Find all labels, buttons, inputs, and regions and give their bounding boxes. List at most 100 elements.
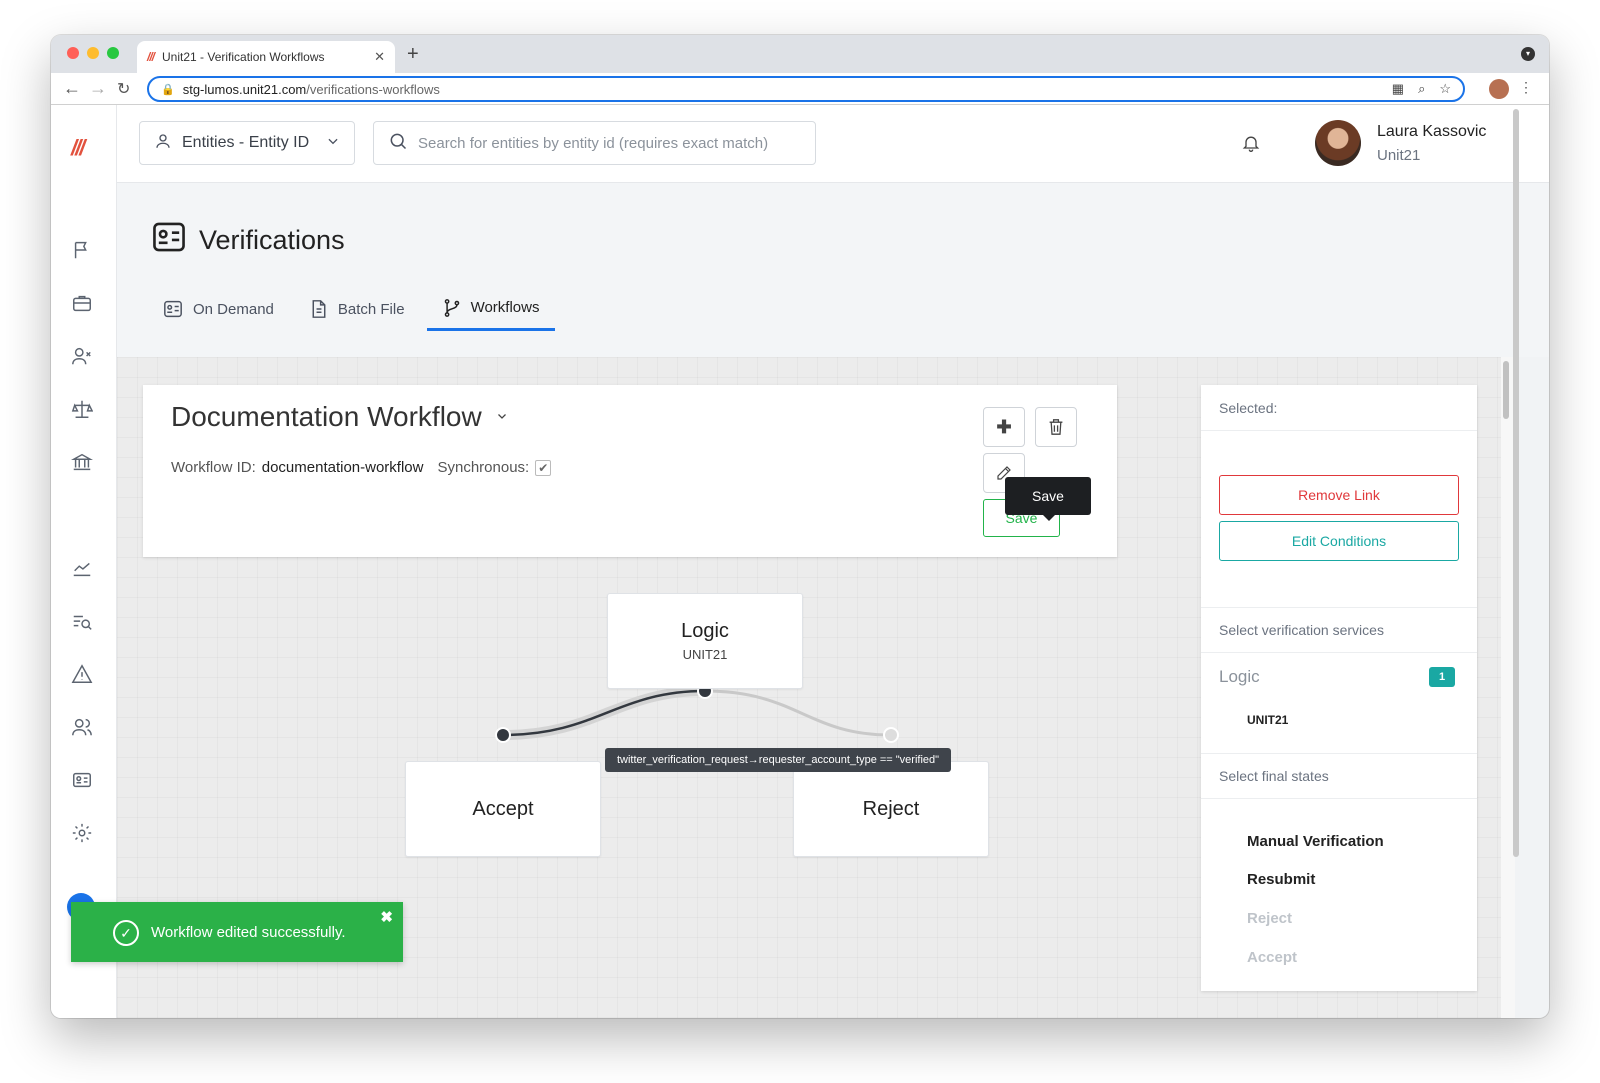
- link-logic-accept-shadow: [502, 686, 706, 740]
- synchronous-checkbox[interactable]: ✔: [535, 459, 552, 476]
- final-state-resubmit[interactable]: Resubmit: [1247, 871, 1315, 888]
- line-chart-icon: [73, 562, 91, 577]
- node-accept[interactable]: Accept: [405, 761, 601, 857]
- reload-icon[interactable]: ↻: [117, 79, 130, 99]
- port-accept-in: [495, 727, 511, 743]
- page-title: Verifications: [199, 225, 345, 255]
- check-circle-icon: ✓: [113, 920, 139, 946]
- node-title: Accept: [472, 797, 534, 820]
- close-window-button[interactable]: [67, 47, 79, 59]
- url-path: /verifications-workflows: [306, 81, 440, 97]
- flag-icon: [74, 241, 87, 259]
- browser-window: /// Unit21 - Verification Workflows ✕ + …: [51, 35, 1549, 1018]
- add-node-button[interactable]: ✚: [983, 407, 1025, 447]
- node-reject[interactable]: Reject: [793, 761, 989, 857]
- page-tabs: On Demand Batch File Workflows: [149, 287, 556, 331]
- sidebar-item-warnings[interactable]: [71, 663, 95, 687]
- final-state-accept: Accept: [1247, 949, 1298, 966]
- new-tab-icon[interactable]: +: [407, 43, 419, 66]
- node-title: Logic: [681, 620, 729, 642]
- link-logic-accept: [502, 689, 706, 737]
- user-avatar[interactable]: [1315, 120, 1361, 166]
- service-group-logic[interactable]: Logic: [1219, 667, 1260, 687]
- sidebar: ///: [51, 105, 117, 1018]
- workflow-id-value: documentation-workflow: [261, 459, 424, 476]
- remove-link-button[interactable]: Remove Link: [1219, 475, 1459, 515]
- zoom-icon[interactable]: ⌕: [1418, 81, 1425, 97]
- browser-tab-title: Unit21 - Verification Workflows: [162, 50, 325, 64]
- user-icon: [154, 132, 172, 155]
- browser-tab[interactable]: /// Unit21 - Verification Workflows ✕: [137, 41, 395, 73]
- scale-icon: [71, 400, 94, 418]
- plus-icon: ✚: [996, 416, 1012, 437]
- delete-button[interactable]: [1035, 407, 1077, 447]
- page-scroll-thumb[interactable]: [1513, 109, 1519, 857]
- sidebar-item-verifications[interactable]: [71, 769, 95, 793]
- edit-conditions-button[interactable]: Edit Conditions: [1219, 521, 1459, 561]
- id-card-icon: [73, 772, 91, 788]
- qr-code-icon[interactable]: ▦: [1392, 81, 1404, 97]
- entity-selector-label: Entities - Entity ID: [182, 134, 310, 151]
- minimize-window-button[interactable]: [87, 47, 99, 59]
- final-state-reject: Reject: [1247, 910, 1293, 927]
- canvas-scroll-thumb[interactable]: [1503, 361, 1509, 419]
- chevron-down-icon: [496, 410, 508, 425]
- address-bar[interactable]: 🔒 stg-lumos.unit21.com/verifications-wor…: [147, 76, 1465, 102]
- sidebar-item-search[interactable]: [71, 611, 95, 635]
- final-states-heading: Select final states: [1201, 753, 1477, 799]
- gear-icon: [72, 823, 92, 843]
- node-logic[interactable]: Logic UNIT21: [607, 593, 803, 689]
- trash-icon: [1049, 419, 1063, 435]
- workflow-title-dropdown[interactable]: Documentation Workflow: [171, 401, 508, 433]
- user-name[interactable]: Laura Kassovic: [1377, 123, 1486, 141]
- favicon-icon: ///: [147, 50, 155, 64]
- back-icon[interactable]: ←: [63, 78, 81, 99]
- service-item-unit21[interactable]: UNIT21: [1247, 713, 1288, 727]
- tab-label: On Demand: [193, 300, 274, 318]
- close-toast-icon[interactable]: ✖: [380, 908, 393, 926]
- sidebar-item-entities[interactable]: [71, 345, 95, 369]
- link-condition-label[interactable]: twitter_verification_request→requester_a…: [605, 748, 951, 772]
- browser-menu-icon[interactable]: ⋮: [1519, 79, 1533, 96]
- sidebar-item-alerts[interactable]: [71, 239, 95, 263]
- close-tab-icon[interactable]: ✕: [374, 49, 385, 65]
- maximize-window-button[interactable]: [107, 47, 119, 59]
- entity-search-input[interactable]: Search for entities by entity id (requir…: [373, 121, 816, 165]
- sidebar-item-cases[interactable]: [71, 292, 95, 316]
- tab-workflows[interactable]: Workflows: [426, 287, 556, 331]
- node-title: Reject: [862, 797, 920, 820]
- user-x-icon: [72, 347, 91, 365]
- service-count-badge: 1: [1429, 667, 1455, 687]
- top-header: Entities - Entity ID Search for entities…: [117, 105, 1549, 183]
- sidebar-item-institutions[interactable]: [70, 451, 95, 475]
- entity-type-selector[interactable]: Entities - Entity ID: [139, 121, 355, 165]
- id-card-icon: [164, 300, 182, 318]
- users-icon: [72, 718, 92, 736]
- bookmark-star-icon[interactable]: ☆: [1439, 81, 1451, 97]
- sidebar-item-analytics[interactable]: [71, 557, 95, 581]
- profile-avatar-icon[interactable]: [1489, 79, 1509, 99]
- workflow-meta: Workflow ID: documentation-workflow Sync…: [171, 459, 552, 476]
- tab-search-icon[interactable]: ▾: [1521, 47, 1535, 61]
- tab-label: Batch File: [337, 300, 405, 318]
- unit21-logo[interactable]: ///: [71, 135, 85, 161]
- forward-icon[interactable]: →: [89, 78, 107, 99]
- final-state-manual-verification[interactable]: Manual Verification: [1247, 833, 1384, 850]
- tab-batch-file[interactable]: Batch File: [296, 287, 419, 331]
- tab-on-demand[interactable]: On Demand: [149, 287, 288, 331]
- id-card-icon: [151, 221, 187, 260]
- sidebar-item-users[interactable]: [71, 716, 95, 740]
- sidebar-item-settings[interactable]: [71, 822, 95, 846]
- list-search-icon: [73, 615, 92, 630]
- user-org: Unit21: [1377, 147, 1421, 164]
- workflow-id-label: Workflow ID:: [171, 459, 256, 476]
- save-tooltip: Save: [1005, 477, 1091, 521]
- sidebar-item-rules[interactable]: [71, 398, 95, 422]
- success-toast: ✓ Workflow edited successfully. ✖: [71, 902, 403, 962]
- briefcase-icon: [73, 295, 91, 312]
- chevron-down-icon: [326, 134, 340, 153]
- bank-icon: [70, 453, 94, 471]
- browser-toolbar: ← → ↻ 🔒 stg-lumos.unit21.com/verificatio…: [51, 73, 1549, 105]
- notifications-bell-icon[interactable]: [1241, 133, 1261, 158]
- workflow-info-card: Documentation Workflow Workflow ID: docu…: [143, 385, 1117, 557]
